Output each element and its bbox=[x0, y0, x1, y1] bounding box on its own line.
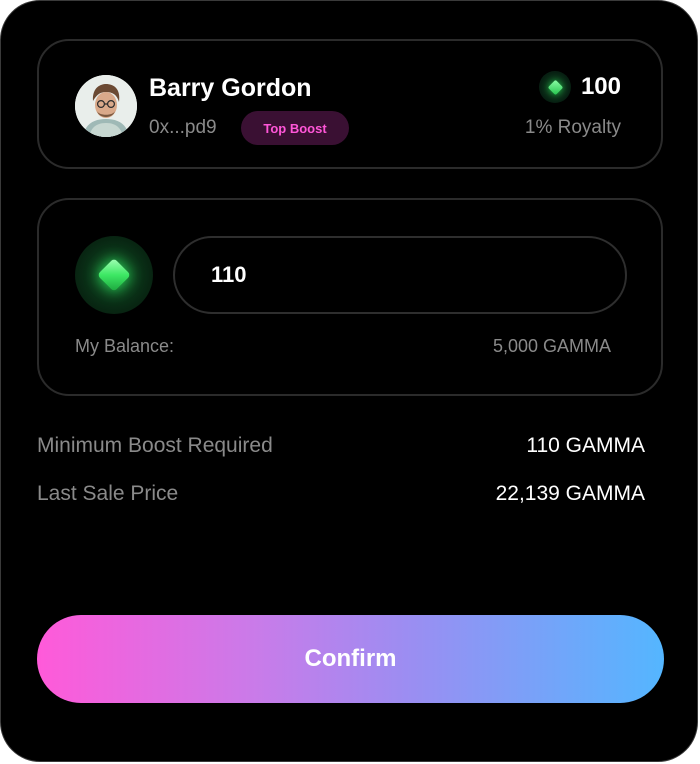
gamma-token-icon-large bbox=[75, 236, 153, 314]
last-sale-label: Last Sale Price bbox=[37, 482, 179, 505]
price-value: 100 bbox=[580, 73, 621, 100]
boost-modal: Barry Gordon 0x...pd9 Top Boost 100 1% R… bbox=[0, 0, 698, 762]
seller-name: Barry Gordon bbox=[149, 74, 312, 102]
balance-value: 5,000 GAMMA bbox=[492, 336, 611, 356]
avatar bbox=[75, 75, 137, 137]
min-boost-value: 110 GAMMA bbox=[526, 434, 645, 457]
boost-amount-input[interactable] bbox=[173, 236, 627, 314]
min-boost-label: Minimum Boost Required bbox=[37, 434, 273, 457]
top-boost-badge: Top Boost bbox=[241, 111, 349, 145]
last-sale-value: 22,139 GAMMA bbox=[495, 482, 645, 505]
royalty-text: 1% Royalty bbox=[524, 117, 621, 138]
gamma-token-icon bbox=[539, 71, 571, 103]
confirm-button[interactable]: Confirm bbox=[37, 615, 664, 703]
seller-card: Barry Gordon 0x...pd9 Top Boost 100 1% R… bbox=[37, 39, 663, 169]
balance-label: My Balance: bbox=[75, 336, 175, 356]
boost-card: My Balance: 5,000 GAMMA bbox=[37, 198, 663, 396]
wallet-address: 0x...pd9 bbox=[149, 117, 217, 138]
